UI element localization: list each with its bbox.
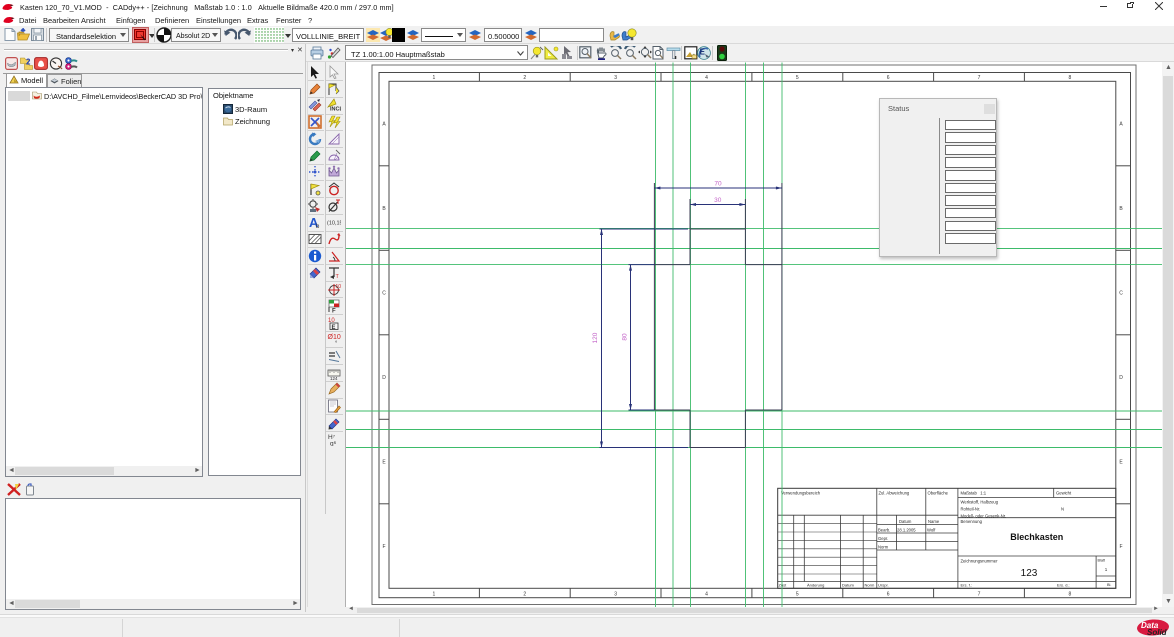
svg-text:124: 124 (330, 375, 338, 379)
svg-text:Maßstab 1:1: Maßstab 1:1 (961, 491, 987, 496)
svg-text:4: 4 (705, 75, 708, 81)
svg-text:30: 30 (714, 197, 722, 204)
svg-text:80: 80 (622, 333, 629, 341)
svg-text:5: 5 (796, 592, 799, 598)
svg-text:Zul. Abweichung: Zul. Abweichung (879, 491, 910, 496)
svg-text:Datum: Datum (842, 583, 854, 588)
svg-text:2: 2 (26, 58, 31, 67)
svg-text:3: 3 (614, 75, 617, 81)
svg-text:A: A (1119, 122, 1123, 128)
svg-text:Blatt: Blatt (1098, 559, 1107, 563)
svg-text:A: A (382, 122, 386, 128)
svg-text:Norm: Norm (865, 583, 875, 588)
svg-text:E: E (700, 48, 706, 57)
svg-text:Benennung: Benennung (961, 519, 983, 524)
svg-text:Norm: Norm (878, 545, 889, 550)
svg-text:C: C (1119, 291, 1123, 297)
svg-text:120: 120 (592, 332, 599, 343)
svg-text:Zeichnungsnummer: Zeichnungsnummer (961, 559, 999, 564)
svg-text:7: 7 (978, 592, 981, 598)
svg-text:E: E (382, 460, 386, 466)
svg-text:D: D (382, 375, 386, 381)
svg-text:°: ° (335, 341, 338, 346)
svg-text:Gewicht: Gewicht (1056, 491, 1072, 496)
svg-text:Bearb.: Bearb. (878, 528, 890, 533)
svg-text:28.1.2005: 28.1.2005 (897, 528, 916, 533)
svg-text:10: 10 (336, 284, 342, 290)
svg-text:INCL: INCL (330, 107, 341, 113)
svg-text:Datum: Datum (899, 519, 912, 524)
svg-text:123: 123 (1021, 568, 1038, 579)
svg-text:D: D (1119, 375, 1123, 381)
svg-text:7: 7 (978, 75, 981, 81)
svg-text:Ers. f.:: Ers. f.: (961, 583, 973, 588)
svg-text:8: 8 (1069, 592, 1072, 598)
svg-text:(10,15): (10,15) (327, 221, 341, 227)
svg-text:b: b (316, 224, 320, 229)
svg-text:Wolf: Wolf (927, 528, 936, 533)
svg-text:E: E (332, 324, 336, 329)
svg-text:2: 2 (523, 592, 526, 598)
svg-text:E: E (1119, 460, 1123, 466)
svg-text:Blechkasten: Blechkasten (1010, 532, 1063, 542)
svg-text:Änderung: Änderung (807, 583, 824, 588)
svg-text:C: C (382, 291, 386, 297)
svg-text:2: 2 (523, 75, 526, 81)
svg-text:Ø10: Ø10 (328, 334, 341, 341)
svg-text:B: B (382, 206, 386, 212)
svg-text:1: 1 (433, 592, 436, 598)
svg-text:B: B (1119, 206, 1123, 212)
svg-text:F: F (1119, 544, 1122, 550)
svg-text:T: T (336, 274, 340, 279)
svg-text:6: 6 (887, 592, 890, 598)
svg-text:4: 4 (705, 592, 708, 598)
svg-text:Urspr.: Urspr. (878, 583, 889, 588)
svg-text:3: 3 (614, 592, 617, 598)
svg-text:F: F (332, 308, 336, 313)
svg-text:Werkstoff, Halbzeug: Werkstoff, Halbzeug (961, 500, 999, 505)
svg-text:Zust: Zust (779, 583, 788, 588)
svg-text:g⁶: g⁶ (330, 441, 337, 447)
svg-text:N: N (1061, 507, 1064, 512)
svg-text:Ers. d.:: Ers. d.: (1057, 583, 1070, 588)
svg-text:Bl.: Bl. (1107, 583, 1111, 587)
svg-text:5: 5 (796, 75, 799, 81)
svg-text:1: 1 (1105, 567, 1108, 572)
svg-text:Gepr.: Gepr. (878, 536, 888, 541)
svg-text:F: F (382, 544, 385, 550)
svg-text:Modell- oder Gesenk-Nr.: Modell- oder Gesenk-Nr. (961, 514, 1007, 519)
svg-text:6: 6 (887, 75, 890, 81)
svg-text:Oberfläche: Oberfläche (928, 491, 949, 496)
svg-text:8: 8 (1069, 75, 1072, 81)
svg-text:Name: Name (928, 519, 940, 524)
svg-text:1: 1 (433, 75, 436, 81)
svg-text:Verwendungsbereich: Verwendungsbereich (781, 491, 821, 496)
svg-text:Rohteil-Nr.: Rohteil-Nr. (961, 507, 981, 512)
svg-text:70: 70 (714, 181, 722, 188)
